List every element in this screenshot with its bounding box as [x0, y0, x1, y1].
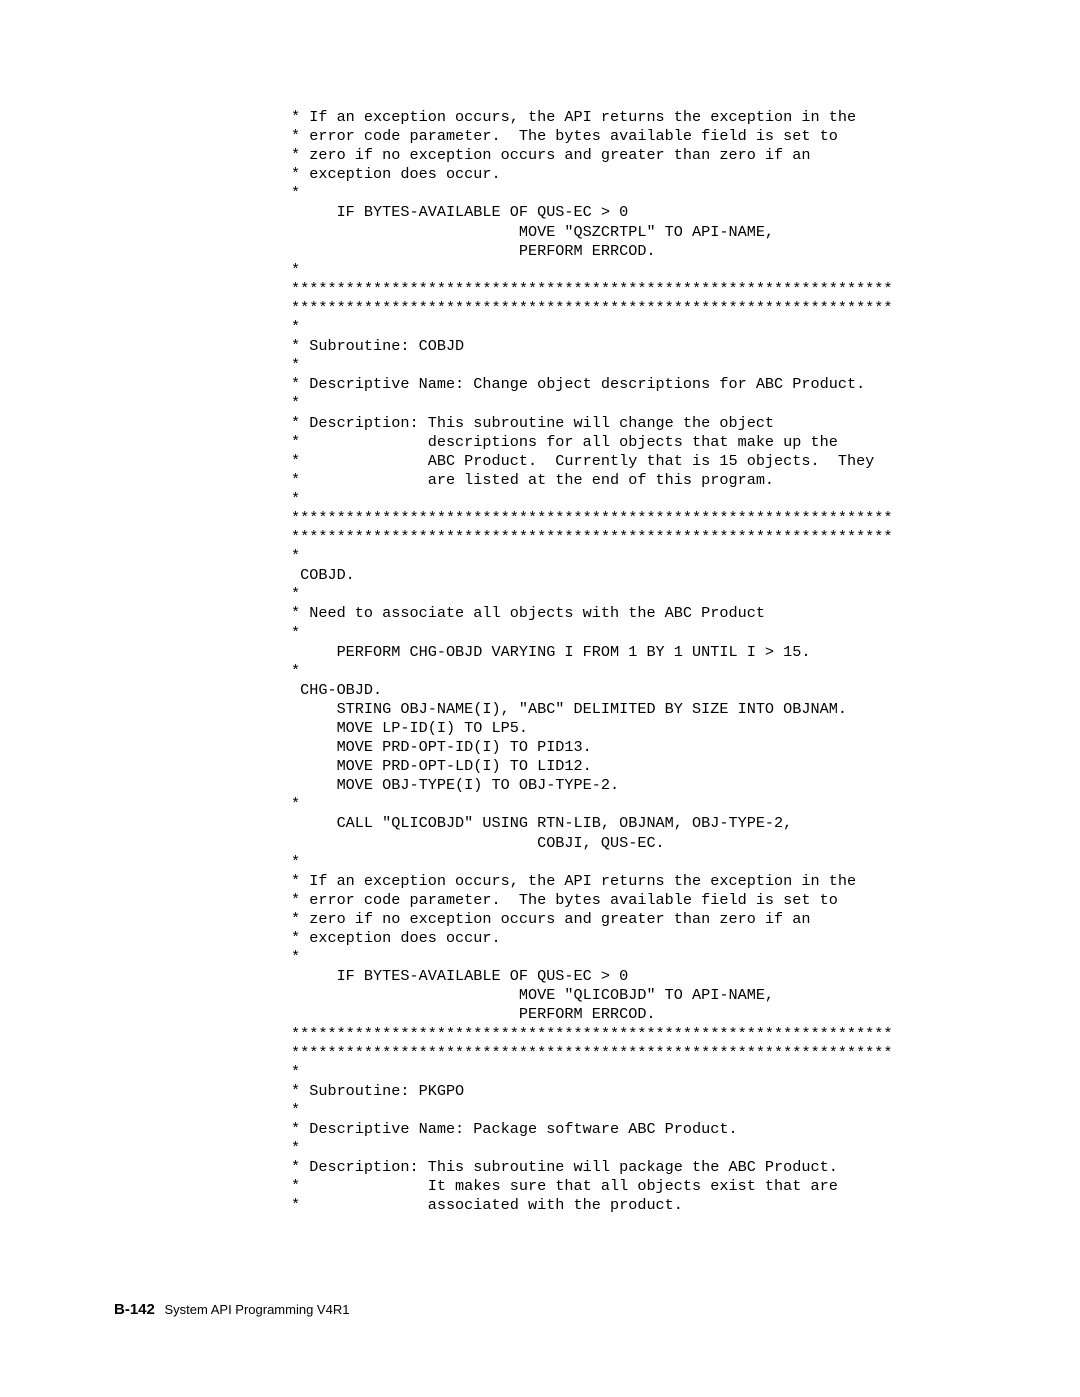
page-number: B-142: [114, 1301, 155, 1318]
code-listing: * If an exception occurs, the API return…: [291, 108, 893, 1215]
page-footer: B-142 System API Programming V4R1: [114, 1300, 349, 1319]
footer-title: System API Programming V4R1: [164, 1302, 349, 1317]
document-page: * If an exception occurs, the API return…: [0, 0, 1080, 1397]
